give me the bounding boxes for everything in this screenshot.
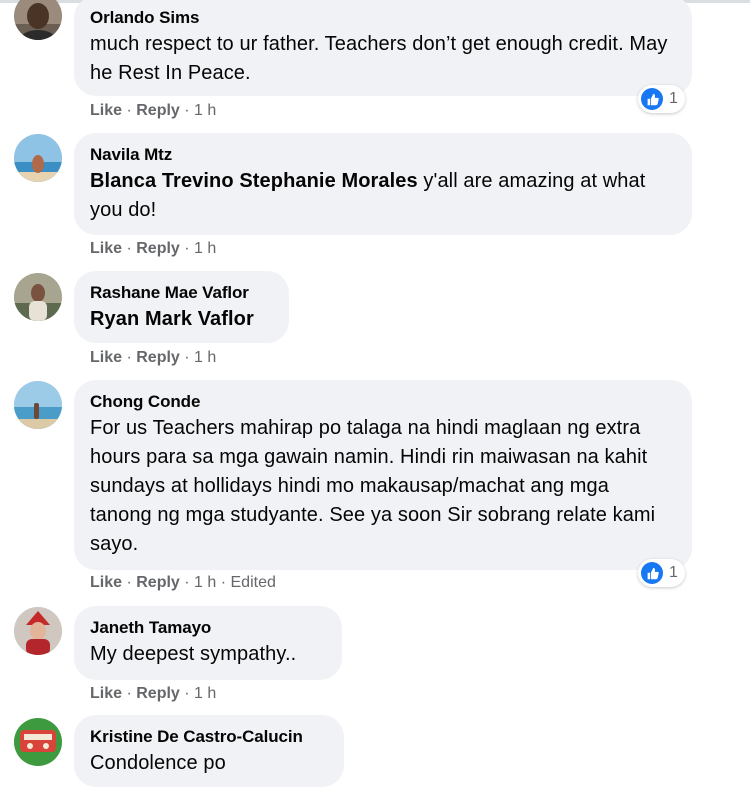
comment-actions: Like · Reply · 1 h (90, 685, 217, 702)
comment-text: For us Teachers mahirap po talaga na hin… (90, 417, 656, 555)
comment-author[interactable]: Rashane Mae Vaflor (90, 282, 273, 304)
profile-photo-icon (14, 273, 62, 321)
comment-actions: Like · Reply · 1 h (90, 102, 217, 119)
timestamp[interactable]: 1 h (194, 349, 216, 366)
tagged-names[interactable]: Blanca Trevino Stephanie Morales (90, 170, 418, 192)
edited-label: Edited (230, 574, 276, 591)
comment-actions: Like · Reply · 1 h (90, 240, 217, 257)
reaction-summary[interactable]: 1 (638, 85, 685, 113)
avatar[interactable] (14, 718, 62, 766)
avatar[interactable] (14, 273, 62, 321)
comment-text: Condolence po (90, 752, 226, 774)
comment-bubble: Navila Mtz Blanca Trevino Stephanie Mora… (74, 133, 692, 235)
comment-bubble: Rashane Mae Vaflor Ryan Mark Vaflor (74, 271, 289, 343)
comment-text: Ryan Mark Vaflor (90, 305, 273, 334)
reaction-count: 1 (669, 564, 678, 581)
avatar[interactable] (14, 381, 62, 429)
comment-text: much respect to ur father. Teachers don’… (90, 33, 668, 84)
like-button[interactable]: Like (90, 574, 122, 591)
like-thumbs-up-icon (641, 88, 663, 110)
comment-author[interactable]: Navila Mtz (90, 144, 676, 166)
profile-photo-icon (14, 0, 62, 40)
like-button[interactable]: Like (90, 102, 122, 119)
reply-button[interactable]: Reply (136, 685, 180, 702)
reply-button[interactable]: Reply (136, 349, 180, 366)
comment-actions: Like · Reply · 1 h (90, 349, 217, 366)
comment-bubble: Janeth Tamayo My deepest sympathy.. (74, 606, 342, 680)
reaction-summary[interactable]: 1 (638, 559, 685, 587)
comment-author[interactable]: Chong Conde (90, 391, 676, 413)
comment-bubble: Chong Conde For us Teachers mahirap po t… (74, 380, 692, 570)
comment-text: My deepest sympathy.. (90, 643, 297, 665)
timestamp[interactable]: 1 h (194, 685, 216, 702)
profile-photo-icon (14, 134, 62, 182)
reply-button[interactable]: Reply (136, 240, 180, 257)
profile-photo-icon (14, 381, 62, 429)
comment-actions: Like · Reply · 1 h · Edited (90, 574, 276, 591)
avatar[interactable] (14, 134, 62, 182)
reply-button[interactable]: Reply (136, 102, 180, 119)
comment-bubble: Orlando Sims much respect to ur father. … (74, 0, 692, 96)
profile-photo-icon (14, 607, 62, 655)
reply-button[interactable]: Reply (136, 574, 180, 591)
like-thumbs-up-icon (641, 562, 663, 584)
avatar[interactable] (14, 607, 62, 655)
tagged-names[interactable]: Ryan Mark Vaflor (90, 308, 254, 330)
comment-text: Blanca Trevino Stephanie Morales y'all a… (90, 167, 676, 225)
like-button[interactable]: Like (90, 240, 122, 257)
comment-bubble: Kristine De Castro-Calucin Condolence po (74, 715, 344, 787)
timestamp[interactable]: 1 h (194, 240, 216, 257)
like-button[interactable]: Like (90, 349, 122, 366)
comment-author[interactable]: Janeth Tamayo (90, 617, 326, 639)
profile-photo-icon (14, 718, 62, 766)
comment-author[interactable]: Orlando Sims (90, 7, 676, 29)
comment-author[interactable]: Kristine De Castro-Calucin (90, 726, 328, 748)
reaction-count: 1 (669, 90, 678, 107)
like-button[interactable]: Like (90, 685, 122, 702)
timestamp[interactable]: 1 h (194, 574, 216, 591)
timestamp[interactable]: 1 h (194, 102, 216, 119)
avatar[interactable] (14, 0, 62, 40)
